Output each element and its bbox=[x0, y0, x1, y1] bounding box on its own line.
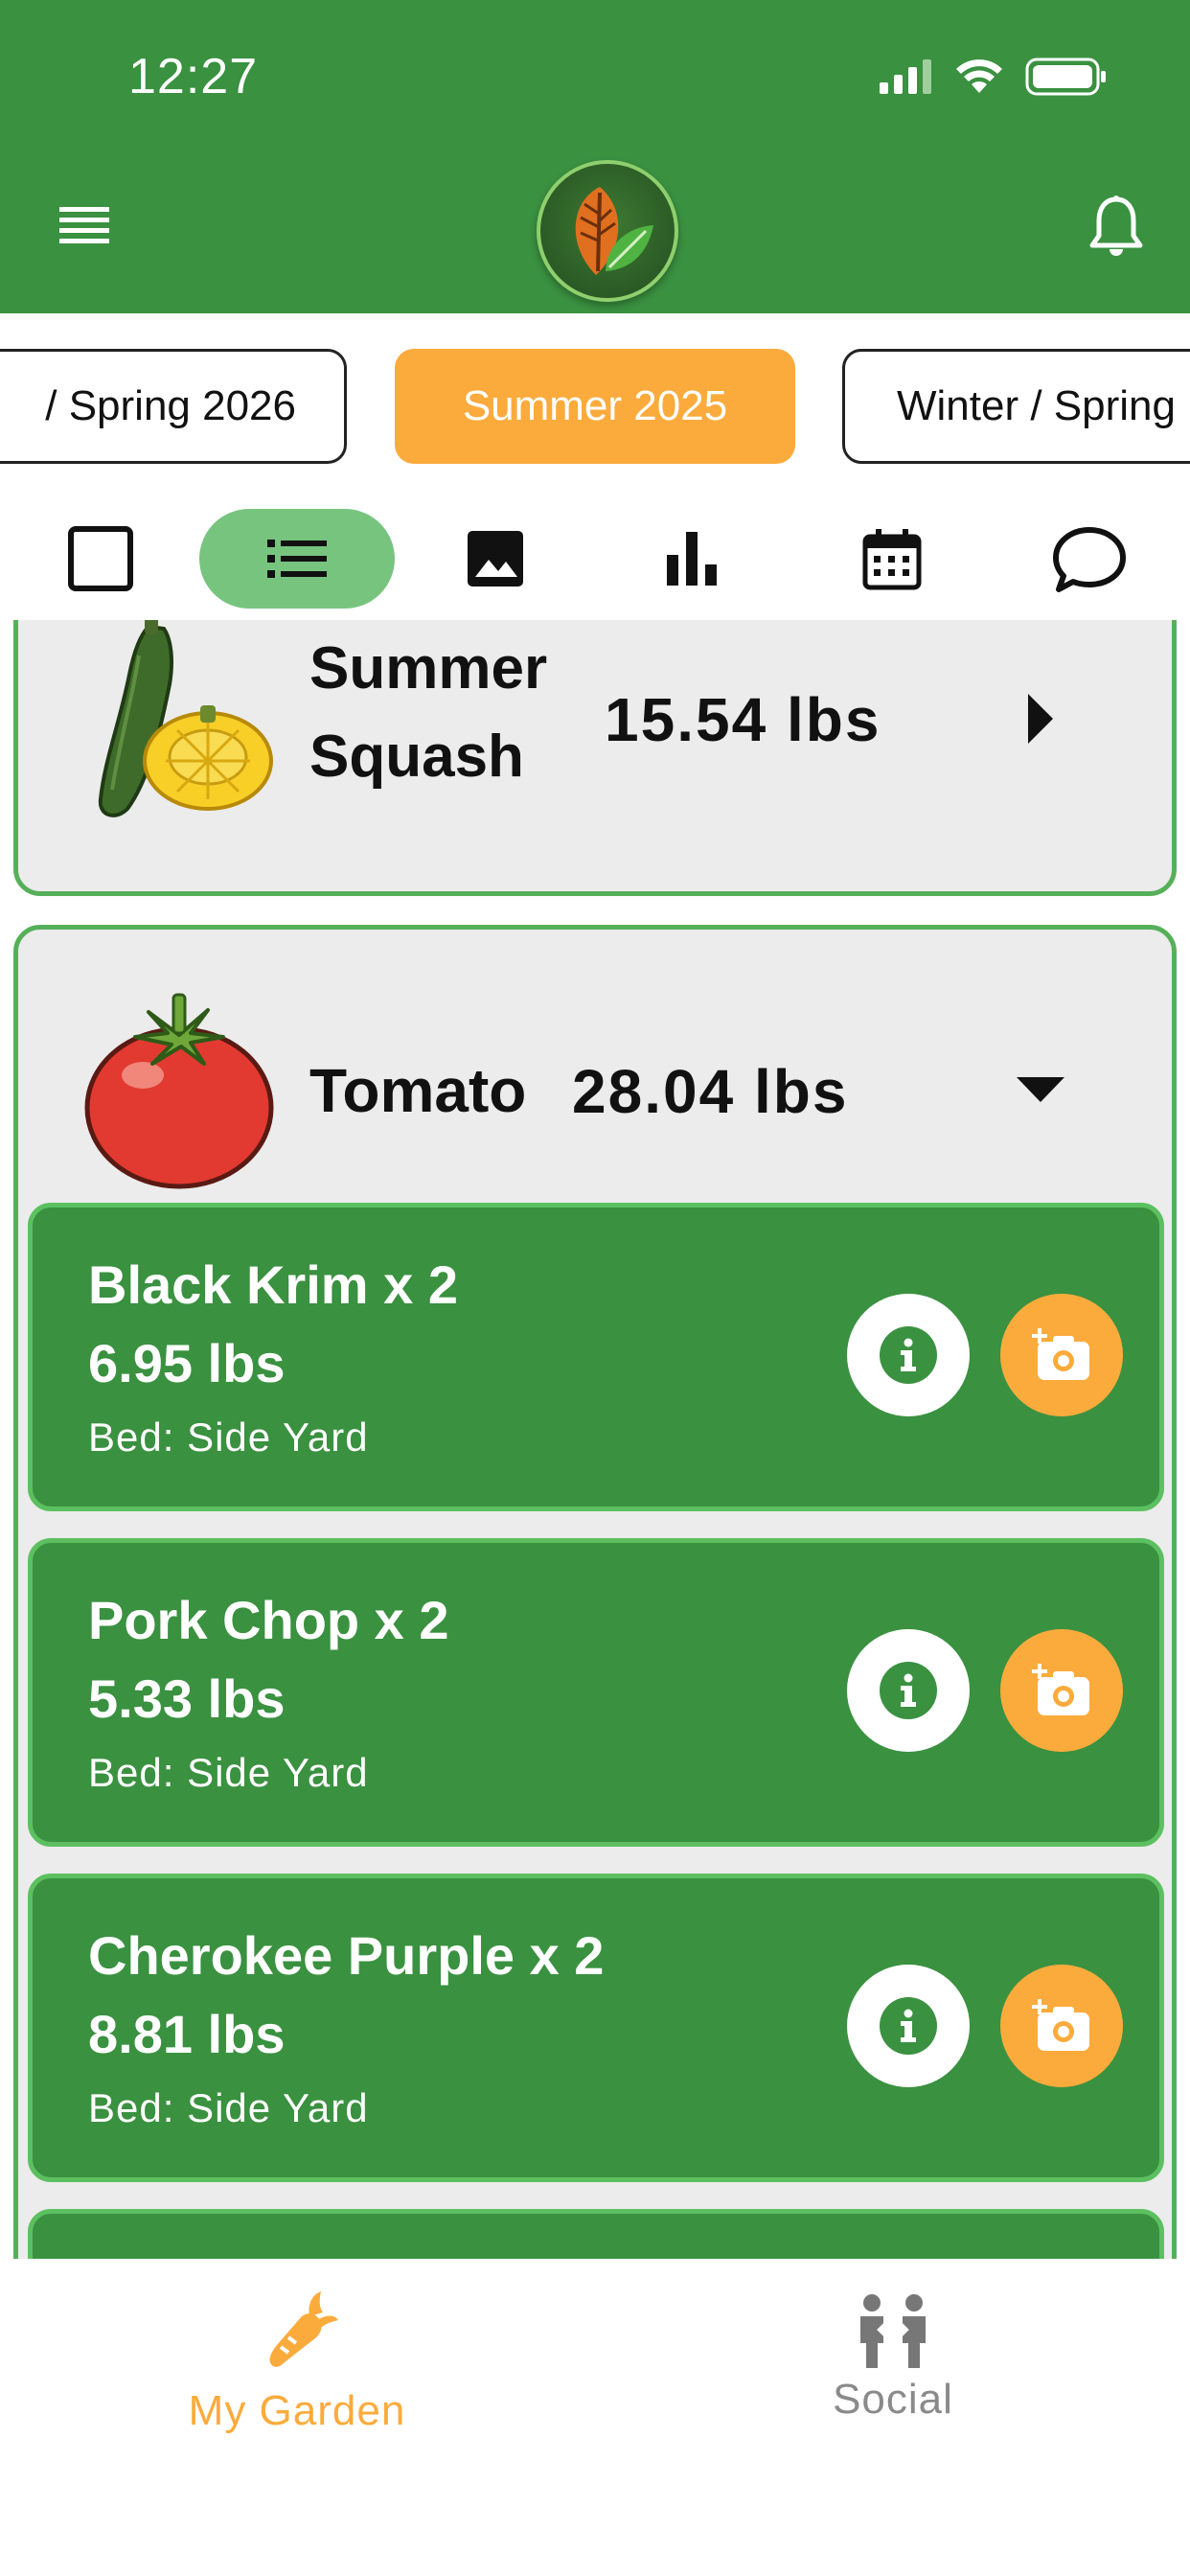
variety-weight: 8.81 lbs bbox=[88, 2004, 286, 2064]
bell-icon[interactable] bbox=[1088, 196, 1144, 261]
add-photo-button[interactable] bbox=[1000, 1294, 1123, 1416]
nav-my-garden[interactable]: My Garden bbox=[105, 2288, 489, 2435]
nav-social[interactable]: Social bbox=[701, 2293, 1085, 2424]
leaf-logo[interactable] bbox=[537, 160, 678, 302]
add-photo-button[interactable] bbox=[1000, 1629, 1123, 1752]
info-button[interactable] bbox=[847, 1294, 970, 1416]
image-view-icon bbox=[468, 531, 523, 586]
variety-weight: 6.95 lbs bbox=[88, 1333, 286, 1393]
crop-weight: 28.04 lbs bbox=[572, 1057, 849, 1126]
crop-name-line2: Squash bbox=[309, 724, 524, 790]
status-icons bbox=[880, 58, 1108, 96]
info-icon bbox=[880, 1997, 937, 2055]
battery-icon bbox=[1025, 58, 1106, 96]
chat-view-icon bbox=[1053, 527, 1126, 592]
collapse-down-icon[interactable] bbox=[1015, 1075, 1066, 1104]
nav-social-label: Social bbox=[833, 2376, 953, 2423]
season-tab-active[interactable]: Summer 2025 bbox=[395, 349, 795, 464]
crop-weight: 15.54 lbs bbox=[605, 685, 881, 754]
calendar-view-icon bbox=[862, 529, 922, 590]
grid-view-icon bbox=[68, 526, 133, 591]
chat-view-button[interactable] bbox=[1018, 509, 1161, 609]
variety-card[interactable]: Black Krim x 2 6.95 lbs Bed: Side Yard bbox=[28, 1203, 1164, 1511]
carrot-icon bbox=[269, 2291, 338, 2367]
crop-name-line1: Summer bbox=[309, 635, 548, 702]
crop-list: Summer Squash 15.54 lbs Tomato 28.04 lbs… bbox=[0, 620, 1190, 2259]
list-view-icon bbox=[267, 540, 327, 578]
cellular-signal-icon bbox=[880, 59, 931, 94]
variety-name: Black Krim x 2 bbox=[88, 1254, 458, 1315]
season-tab-previous[interactable]: / Spring 2026 bbox=[0, 349, 347, 464]
wifi-icon bbox=[956, 59, 1002, 93]
crop-card-tomato: Tomato 28.04 lbs Black Krim x 2 6.95 lbs… bbox=[13, 925, 1177, 2259]
variety-bed: Bed: Side Yard bbox=[88, 2085, 369, 2130]
status-time: 12:27 bbox=[128, 49, 259, 104]
hamburger-menu-icon[interactable] bbox=[57, 203, 111, 251]
add-photo-camera-icon bbox=[1032, 1328, 1089, 1380]
variety-name: Pork Chop x 2 bbox=[88, 1590, 449, 1650]
variety-card[interactable]: Pork Chop x 2 5.33 lbs Bed: Side Yard bbox=[28, 1538, 1164, 1847]
bottom-nav: My Garden Social bbox=[0, 2259, 1190, 2576]
tomato-image bbox=[84, 993, 274, 1189]
add-photo-camera-icon bbox=[1032, 1999, 1089, 2051]
grid-view-button[interactable] bbox=[29, 509, 172, 609]
variety-bed: Bed: Side Yard bbox=[88, 1414, 369, 1460]
calendar-view-button[interactable] bbox=[820, 509, 964, 609]
add-photo-camera-icon bbox=[1032, 1664, 1089, 1715]
info-button[interactable] bbox=[847, 1629, 970, 1752]
variety-card[interactable]: Cherokee Purple x 2 8.81 lbs Bed: Side Y… bbox=[28, 1874, 1164, 2182]
view-toolbar bbox=[0, 495, 1190, 620]
season-tab-next[interactable]: Winter / Spring bbox=[842, 349, 1190, 464]
crop-name: Tomato bbox=[309, 1056, 527, 1125]
variety-weight: 5.33 lbs bbox=[88, 1668, 286, 1729]
image-view-button[interactable] bbox=[423, 509, 567, 609]
season-selector: / Spring 2026 Summer 2025 Winter / Sprin… bbox=[0, 313, 1190, 495]
variety-card[interactable] bbox=[28, 2209, 1164, 2259]
summer-squash-image bbox=[98, 620, 273, 817]
variety-name: Cherokee Purple x 2 bbox=[88, 1925, 605, 1986]
add-photo-button[interactable] bbox=[1000, 1965, 1123, 2087]
info-icon bbox=[880, 1326, 937, 1384]
chart-view-icon bbox=[667, 532, 717, 586]
list-view-button[interactable] bbox=[199, 509, 395, 609]
expand-right-icon[interactable] bbox=[1026, 692, 1055, 746]
leaf-logo-icon bbox=[575, 187, 653, 275]
info-button[interactable] bbox=[847, 1965, 970, 2087]
crop-card-summer-squash[interactable]: Summer Squash 15.54 lbs bbox=[13, 620, 1177, 896]
variety-bed: Bed: Side Yard bbox=[88, 1750, 369, 1795]
nav-my-garden-label: My Garden bbox=[188, 2387, 406, 2434]
social-people-icon bbox=[860, 2294, 926, 2368]
info-icon bbox=[880, 1662, 937, 1719]
chart-view-button[interactable] bbox=[621, 509, 765, 609]
app-header: 12:27 bbox=[0, 0, 1190, 313]
